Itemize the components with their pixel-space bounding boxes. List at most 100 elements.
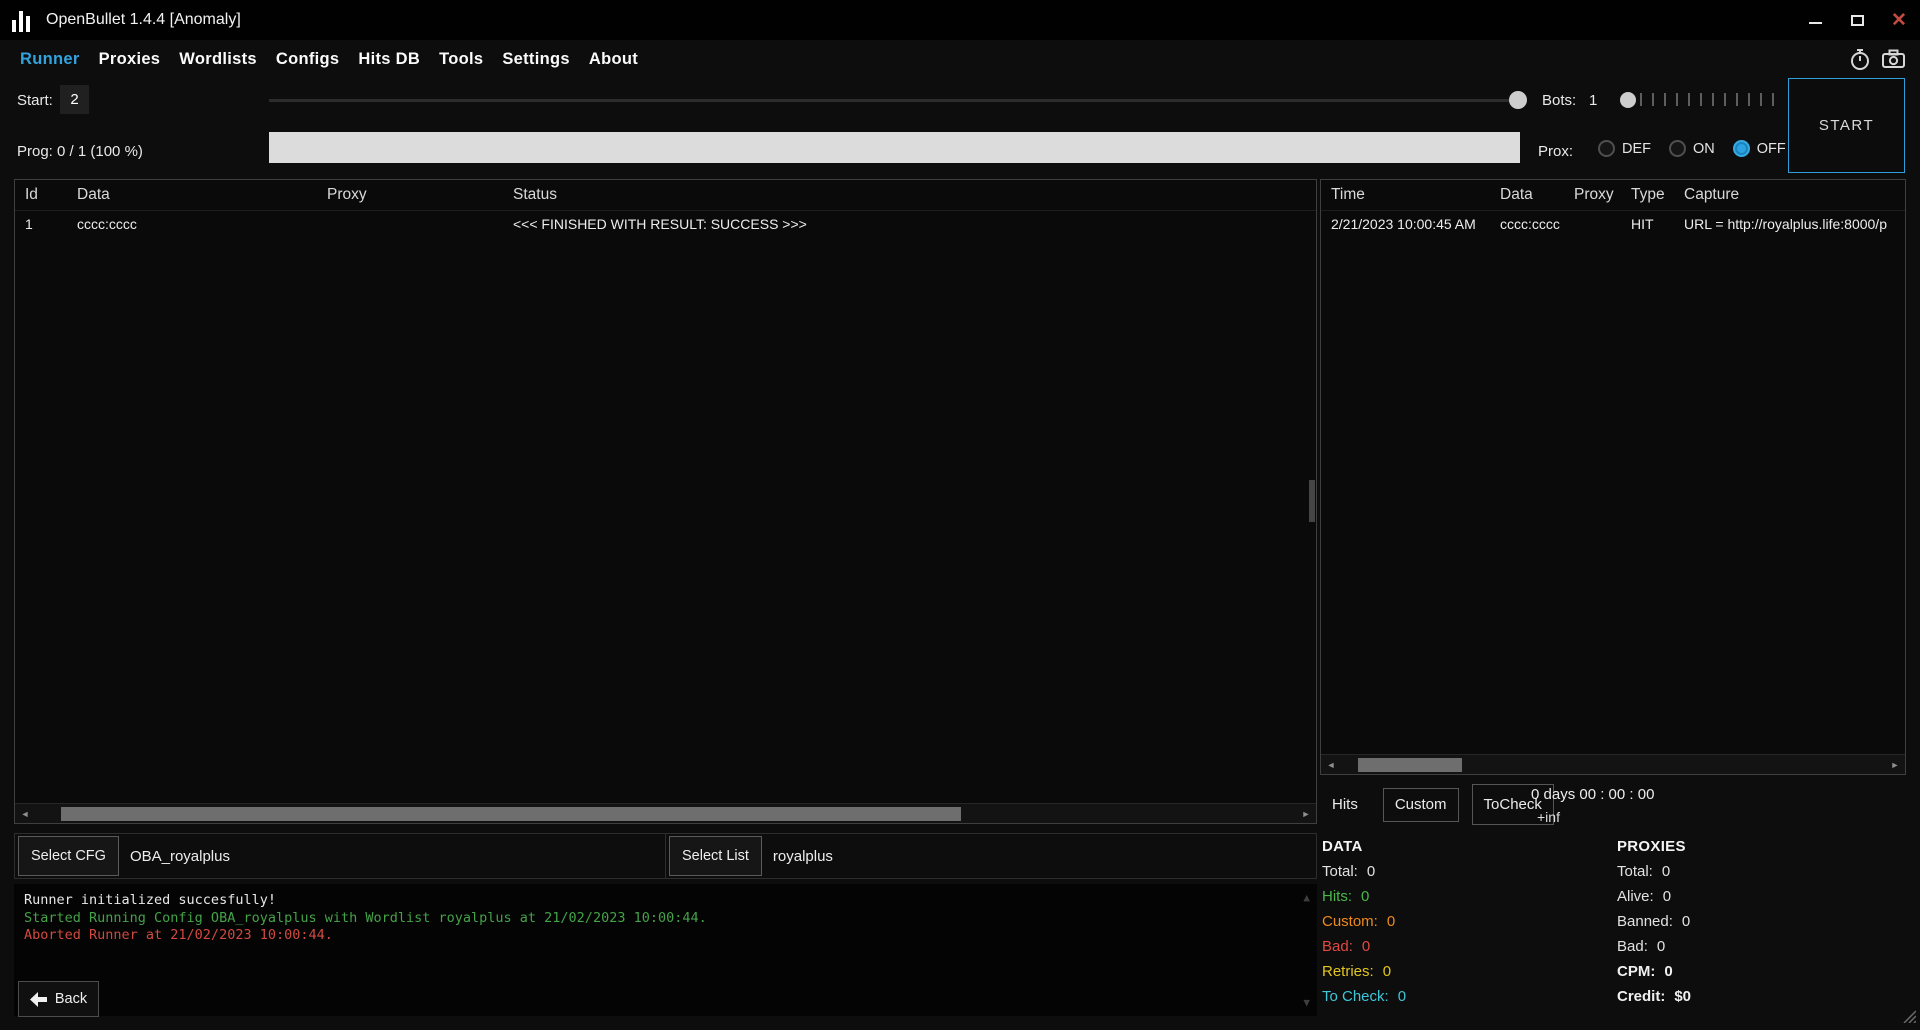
radio-circle-icon (1598, 140, 1615, 157)
log-scroll-up-icon[interactable]: ▲ (1303, 889, 1310, 907)
start-value: 2 (70, 91, 78, 108)
progress-fill (269, 132, 1520, 163)
vertical-scrollbar-thumb[interactable] (1309, 480, 1315, 522)
prox-def-label: DEF (1622, 141, 1651, 157)
menu-runner[interactable]: Runner (20, 50, 80, 69)
close-button[interactable]: ✕ (1878, 0, 1920, 40)
select-cfg-label: Select CFG (31, 848, 106, 864)
scrollbar-track[interactable] (35, 804, 1296, 823)
hits-tab-bar: Hits Custom ToCheck (1320, 784, 1554, 825)
menu-tools[interactable]: Tools (439, 50, 483, 69)
stat-credit: Credit: $0 (1617, 988, 1691, 1013)
hits-horizontal-scrollbar[interactable]: ◄ ► (1321, 754, 1905, 774)
menu-wordlists[interactable]: Wordlists (179, 50, 257, 69)
column-status[interactable]: Status (513, 186, 1316, 204)
column-proxy[interactable]: Proxy (327, 186, 513, 204)
slider-ticks (1640, 93, 1776, 106)
resize-grip[interactable] (1901, 1008, 1916, 1028)
window-controls: ✕ (1794, 0, 1920, 40)
stat-tocheck: To Check:0 (1322, 988, 1406, 1013)
column-capture[interactable]: Capture (1684, 186, 1905, 204)
row-capture: URL = http://royalplus.life:8000/p (1684, 216, 1905, 232)
stat-label: Hits: (1322, 888, 1352, 905)
radio-circle-icon (1733, 140, 1750, 157)
data-stats: DATA Total:0 Hits:0 Custom:0 Bad:0 Retri… (1322, 838, 1406, 1013)
start-position-slider[interactable] (269, 91, 1527, 109)
menu-about[interactable]: About (589, 50, 638, 69)
slider-handle[interactable] (1509, 91, 1527, 109)
stat-value: 0 (1682, 913, 1690, 930)
stat-value: 0 (1361, 888, 1369, 905)
column-id[interactable]: Id (25, 186, 77, 204)
camera-icon[interactable] (1880, 45, 1907, 72)
stat-value: 0 (1663, 888, 1671, 905)
column-proxy[interactable]: Proxy (1574, 186, 1631, 204)
scroll-left-icon[interactable]: ◄ (15, 804, 35, 824)
menubar: Runner Proxies Wordlists Configs Hits DB… (0, 40, 1920, 78)
row-status: <<< FINISHED WITH RESULT: SUCCESS >>> (513, 216, 1316, 232)
row-data: cccc:cccc (77, 216, 327, 232)
column-data[interactable]: Data (77, 186, 327, 204)
start-button[interactable]: START (1788, 78, 1905, 173)
menu-configs[interactable]: Configs (276, 50, 340, 69)
results-horizontal-scrollbar[interactable]: ◄ ► (15, 803, 1316, 823)
scrollbar-thumb[interactable] (61, 807, 961, 821)
start-value-input[interactable]: 2 (60, 85, 89, 114)
openbullet-window: OpenBullet 1.4.4 [Anomaly] ✕ Runner Prox… (0, 0, 1920, 1030)
stat-value: 0 (1398, 988, 1406, 1005)
scroll-right-icon[interactable]: ► (1885, 755, 1905, 775)
menu-proxies[interactable]: Proxies (99, 50, 161, 69)
cpm-cap-value: +inf (1537, 809, 1560, 825)
prox-off-radio[interactable]: OFF (1733, 140, 1786, 157)
logo-bar (12, 20, 16, 32)
stat-label: Credit: (1617, 988, 1665, 1005)
stat-label: Bad: (1617, 938, 1648, 955)
log-line: Runner initialized succesfully! (24, 892, 1293, 910)
stat-value: $0 (1674, 988, 1691, 1005)
slider-handle[interactable] (1620, 92, 1636, 108)
config-name: OBA_royalplus (130, 848, 230, 865)
minimize-button[interactable] (1794, 0, 1836, 40)
maximize-button[interactable] (1836, 0, 1878, 40)
scroll-left-icon[interactable]: ◄ (1321, 755, 1341, 775)
stat-label: Retries: (1322, 963, 1374, 980)
log-scroll-down-icon[interactable]: ▼ (1303, 994, 1310, 1012)
stat-value: 0 (1362, 938, 1370, 955)
scroll-right-icon[interactable]: ► (1296, 804, 1316, 824)
prox-def-radio[interactable]: DEF (1598, 140, 1651, 157)
stopwatch-icon[interactable] (1846, 45, 1873, 72)
select-list-button[interactable]: Select List (669, 836, 762, 876)
scrollbar-track[interactable] (1341, 755, 1885, 774)
menu-settings[interactable]: Settings (502, 50, 570, 69)
column-data[interactable]: Data (1500, 186, 1574, 204)
menu-hitsdb[interactable]: Hits DB (358, 50, 420, 69)
tab-hits[interactable]: Hits (1320, 785, 1370, 825)
tab-custom[interactable]: Custom (1383, 788, 1459, 822)
bots-slider[interactable] (1620, 90, 1776, 110)
logo-bar (19, 11, 23, 32)
prox-label: Prox: (1538, 143, 1573, 160)
scrollbar-thumb[interactable] (1358, 758, 1462, 772)
stat-retries: Retries:0 (1322, 963, 1406, 988)
select-cfg-button[interactable]: Select CFG (18, 836, 119, 876)
proxies-stats: PROXIES Total:0 Alive:0 Banned:0 Bad:0 C… (1617, 838, 1691, 1013)
config-bar: Select CFG OBA_royalplus Select List roy… (14, 833, 1317, 879)
stat-hits: Hits: 0 (1322, 888, 1406, 913)
log-panel: Runner initialized succesfully! Started … (14, 884, 1317, 1016)
prox-off-label: OFF (1757, 141, 1786, 157)
stat-proxy-total: Total:0 (1617, 863, 1691, 888)
list-section: Select List royalplus (666, 834, 1316, 878)
hits-table-row[interactable]: 2/21/2023 10:00:45 AM cccc:cccc HIT URL … (1321, 211, 1905, 237)
prox-on-radio[interactable]: ON (1669, 140, 1715, 157)
stat-proxy-bad: Bad:0 (1617, 938, 1691, 963)
stat-label: CPM: (1617, 963, 1655, 980)
slider-track (269, 99, 1517, 102)
stat-custom: Custom:0 (1322, 913, 1406, 938)
stat-value: 0 (1367, 863, 1375, 880)
results-table-row[interactable]: 1 cccc:cccc <<< FINISHED WITH RESULT: SU… (15, 211, 1316, 237)
column-time[interactable]: Time (1331, 186, 1500, 204)
bots-value: 1 (1589, 92, 1597, 109)
progress-bar (269, 132, 1520, 163)
column-type[interactable]: Type (1631, 186, 1684, 204)
back-button[interactable]: Back (18, 981, 99, 1017)
